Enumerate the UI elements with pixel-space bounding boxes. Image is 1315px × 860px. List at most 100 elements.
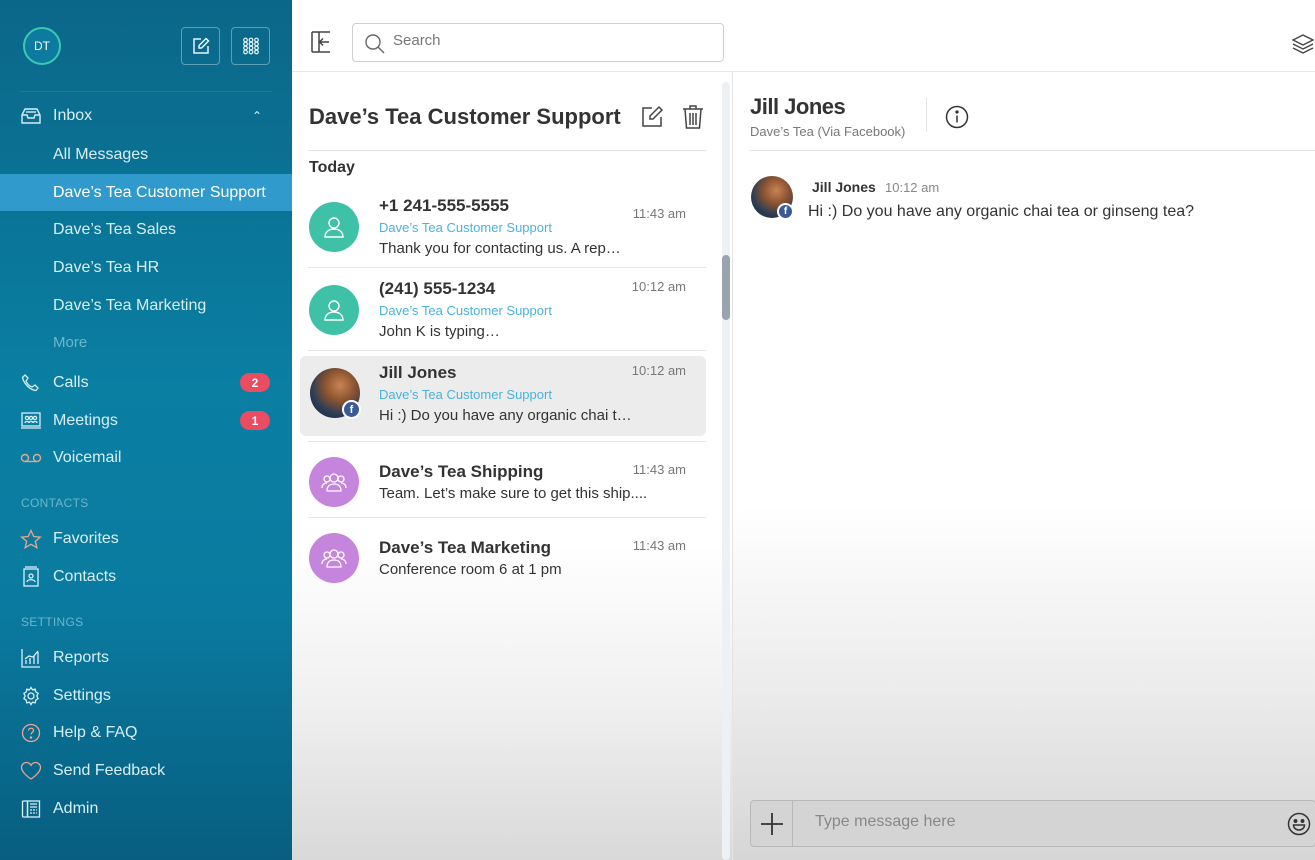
conversation-preview: John K is typing… (379, 323, 500, 340)
top-bar (292, 0, 1315, 72)
inbox-title: Dave’s Tea Customer Support (309, 104, 621, 129)
new-message-button[interactable] (181, 27, 220, 65)
sidebar-item-inbox[interactable]: Inbox ⌃ (0, 97, 292, 134)
conversation-item[interactable]: Dave’s Tea Marketing 11:43 am Conference… (300, 518, 706, 598)
sidebar-item-sales[interactable]: Dave’s Tea Sales (0, 211, 292, 248)
sidebar-item-label: Dave’s Tea HR (53, 258, 160, 276)
conversation-time: 11:43 am (632, 206, 686, 221)
message-text: Hi :) Do you have any organic chai tea o… (808, 203, 1195, 220)
edit-icon (642, 105, 664, 127)
heart-icon (20, 760, 42, 782)
divider (750, 150, 1315, 151)
divider (308, 350, 706, 351)
group-avatar (309, 533, 359, 583)
sidebar-item-label: Dave’s Tea Marketing (53, 296, 207, 314)
conversation-time: 11:43 am (632, 462, 686, 477)
chat-panel: Jill Jones Dave’s Tea (Via Facebook) f J… (732, 72, 1315, 860)
divider (926, 98, 927, 132)
conversation-item-selected[interactable]: f Jill Jones 10:12 am Dave’s Tea Custome… (300, 356, 706, 436)
sidebar-item-customer-support[interactable]: Dave’s Tea Customer Support (0, 174, 292, 211)
phone-icon (20, 372, 42, 394)
conversation-preview: Team. Let’s make sure to get this ship..… (379, 485, 648, 502)
sidebar-item-admin[interactable]: Admin (0, 790, 292, 827)
collapse-sidebar-button[interactable] (310, 30, 332, 54)
sidebar-item-label: Dave’s Tea Sales (53, 220, 177, 238)
message-input[interactable] (815, 813, 1255, 831)
calls-badge: 2 (240, 373, 270, 392)
message-time: 10:12 am (885, 180, 940, 195)
conversation-inbox: Dave’s Tea Customer Support (379, 387, 552, 402)
message-author: Jill Jones (812, 179, 876, 195)
conversation-item[interactable]: +1 241-555-5555 11:43 am Dave’s Tea Cust… (300, 185, 706, 265)
conversation-name: (241) 555-1234 (379, 279, 496, 298)
emoji-button[interactable] (1287, 812, 1311, 836)
facebook-icon: f (342, 400, 361, 419)
conversation-item[interactable]: (241) 555-1234 10:12 am Dave’s Tea Custo… (300, 268, 706, 348)
group-avatar (309, 457, 359, 507)
list-scrollbar-track[interactable] (722, 82, 730, 860)
delete-button[interactable] (682, 104, 704, 135)
conversation-name: Dave’s Tea Marketing (379, 538, 551, 557)
contacts-card-icon (20, 565, 42, 588)
edit-inbox-button[interactable] (640, 105, 664, 134)
contact-avatar (309, 285, 359, 335)
conversation-name: Jill Jones (379, 363, 457, 382)
sidebar-item-meetings[interactable]: Meetings 1 (0, 402, 292, 439)
sidebar-item-reports[interactable]: Reports (0, 639, 292, 676)
search-icon (365, 34, 385, 54)
conversation-time: 10:12 am (631, 279, 686, 294)
contact-info-button[interactable] (945, 105, 969, 129)
sidebar-item-label: Admin (53, 799, 99, 817)
trash-icon (683, 105, 703, 129)
sidebar-item-favorites[interactable]: Favorites (0, 520, 292, 557)
sidebar-item-voicemail[interactable]: Voicemail (0, 439, 292, 476)
apps-grid-button[interactable] (231, 27, 270, 65)
sidebar-item-label: Settings (53, 686, 111, 704)
conversation-preview: Thank you for contacting us. A rep… (379, 240, 621, 257)
meetings-badge: 1 (240, 411, 270, 430)
meetings-icon (20, 410, 42, 432)
plus-icon (760, 812, 783, 835)
chevron-up-icon[interactable]: ⌃ (252, 109, 262, 123)
voicemail-icon (20, 447, 42, 469)
info-icon (945, 105, 969, 129)
conversation-preview: Hi :) Do you have any organic chai t… (379, 407, 632, 424)
conversation-inbox: Dave’s Tea Customer Support (379, 303, 552, 318)
conversation-name: +1 241-555-5555 (379, 196, 509, 215)
user-avatar[interactable]: DT (23, 27, 61, 65)
sidebar-item-more[interactable]: More (0, 324, 292, 361)
list-scrollbar-thumb[interactable] (722, 255, 730, 320)
layers-icon (1291, 34, 1315, 54)
sidebar-item-label: Voicemail (53, 448, 122, 466)
gear-icon (20, 685, 42, 707)
sidebar-item-label: Reports (53, 648, 110, 666)
sidebar-item-all-messages[interactable]: All Messages (0, 136, 292, 173)
emoji-icon (1287, 812, 1311, 836)
settings-section-heading: SETTINGS (21, 615, 84, 629)
sidebar-item-marketing[interactable]: Dave’s Tea Marketing (0, 287, 292, 324)
sidebar-item-hr[interactable]: Dave’s Tea HR (0, 249, 292, 286)
contacts-section-heading: CONTACTS (21, 496, 89, 510)
sidebar-item-label: Dave’s Tea Customer Support (53, 183, 266, 201)
attach-button[interactable] (751, 801, 793, 846)
compose-icon (192, 37, 210, 54)
admin-phone-icon (20, 798, 42, 820)
sidebar-item-settings[interactable]: Settings (0, 677, 292, 714)
conversation-list-panel: Dave’s Tea Customer Support Today +1 241… (292, 72, 732, 860)
search-input[interactable] (393, 32, 713, 49)
search-box[interactable] (352, 23, 724, 62)
sidebar-item-send-feedback[interactable]: Send Feedback (0, 752, 292, 789)
group-icon (321, 473, 347, 492)
sidebar-item-calls[interactable]: Calls 2 (0, 364, 292, 401)
sidebar-item-contacts[interactable]: Contacts (0, 558, 292, 595)
sidebar-item-help[interactable]: Help & FAQ (0, 714, 292, 751)
conversation-item[interactable]: Dave’s Tea Shipping 11:43 am Team. Let’s… (300, 442, 706, 522)
conversation-time: 10:12 am (631, 363, 686, 378)
person-icon (324, 300, 344, 321)
sidebar-item-label: Send Feedback (53, 761, 166, 779)
chat-contact-source: Dave’s Tea (Via Facebook) (750, 124, 906, 139)
conversation-inbox: Dave’s Tea Customer Support (379, 220, 552, 235)
facebook-icon: f (777, 203, 794, 220)
layers-button[interactable] (1291, 33, 1315, 57)
sidebar-item-label: Contacts (53, 567, 117, 585)
